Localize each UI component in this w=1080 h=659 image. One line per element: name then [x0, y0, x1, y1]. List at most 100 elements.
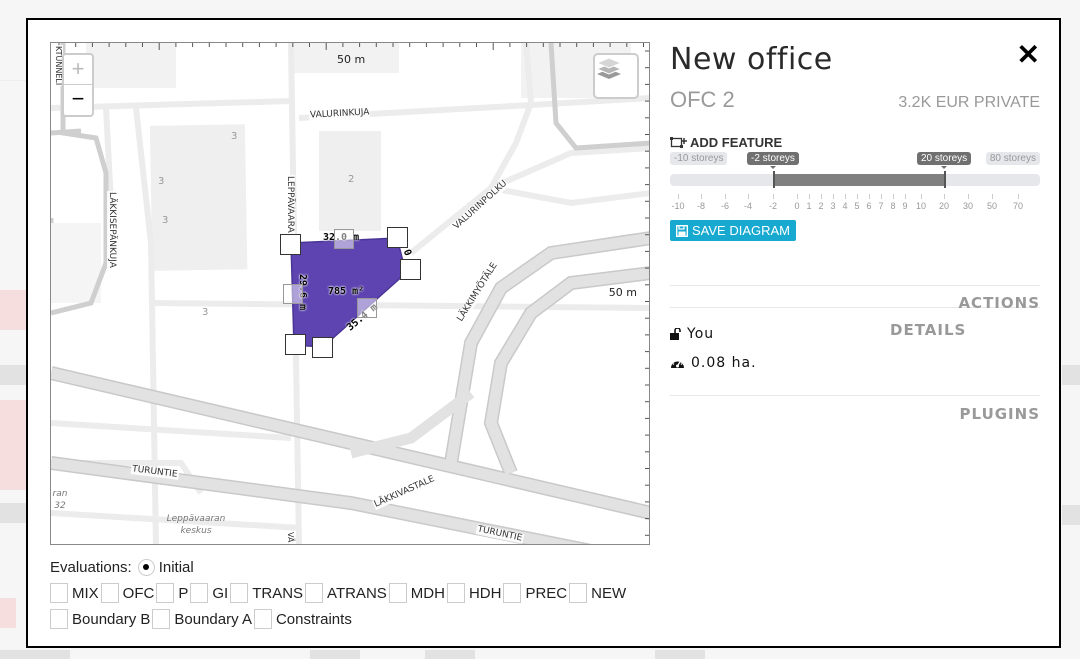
evaluation-checkbox-label: Constraints [275, 610, 352, 628]
building-number: 3 [162, 215, 169, 226]
building-number: 3 [202, 307, 209, 318]
slider-tick [821, 194, 822, 199]
bg-bar [1062, 365, 1080, 385]
save-diagram-label: SAVE DIAGRAM [692, 223, 791, 238]
evaluation-checkbox[interactable] [100, 583, 119, 603]
slider-low-value: -2 storeys [747, 152, 799, 169]
zoom-in-button[interactable]: + [64, 55, 92, 85]
dashboard-icon [671, 359, 684, 368]
slider-tick [869, 194, 870, 199]
evaluation-checkbox[interactable] [388, 583, 407, 603]
bg-bar [1062, 505, 1080, 525]
add-feature-button[interactable]: ADD FEATURE [670, 135, 1040, 150]
evaluations-label: Evaluations: [50, 558, 132, 576]
midpoint-handle[interactable] [334, 229, 354, 249]
bg-bar [0, 503, 26, 523]
vertex-handle[interactable] [285, 334, 306, 355]
layers-button[interactable] [593, 53, 639, 99]
slider-tick [845, 194, 846, 199]
vertex-handle[interactable] [387, 227, 408, 248]
polygon-area: 785 m² [328, 286, 365, 297]
map-view[interactable]: 3 3 3 2 3 VALURINKUJA LEPPÄVAARA LÄKKISE… [50, 42, 650, 545]
street-label: LEPPÄVAARA [285, 175, 295, 234]
save-diagram-button[interactable]: SAVE DIAGRAM [670, 220, 797, 241]
radio-initial-label: Initial [158, 558, 194, 576]
feature-code: OFC 2 [670, 87, 735, 112]
evaluation-checkbox-label: NEW [591, 584, 627, 602]
slider-tick [905, 194, 906, 199]
storey-range-slider[interactable]: -10 storeys -2 storeys 20 storeys 80 sto… [670, 152, 1040, 220]
slider-tick-label: 1 [806, 201, 812, 211]
slider-tick-label: -6 [720, 201, 730, 211]
building-number: 3 [158, 176, 165, 187]
scale-label-right: 50 m [608, 286, 637, 299]
evaluation-checkbox-label: PREC [525, 584, 568, 602]
bg-bar [310, 650, 360, 659]
zoom-out-button[interactable]: − [64, 85, 92, 115]
slider-max-label: 80 storeys [985, 152, 1040, 165]
add-feature-label: ADD FEATURE [690, 135, 783, 150]
slider-high-value: 20 storeys [917, 152, 972, 169]
slider-tick [944, 194, 945, 199]
slider-tick-label: -10 [671, 201, 685, 211]
building-number: 3 [231, 131, 238, 142]
slider-high-handle[interactable] [944, 171, 946, 188]
midpoint-handle[interactable] [283, 284, 303, 304]
divider [670, 284, 1040, 286]
slider-tick-label: 0 [794, 201, 800, 211]
evaluation-checkbox[interactable] [569, 583, 588, 603]
bg-bar [0, 650, 70, 659]
section-details[interactable]: DETAILS [890, 321, 966, 339]
slider-selection [774, 174, 945, 186]
evaluation-checkbox[interactable] [156, 583, 175, 603]
slider-tick-label: -2 [768, 201, 778, 211]
slider-tick [893, 194, 894, 199]
slider-tick-label: 2 [818, 201, 824, 211]
vertex-handle[interactable] [312, 337, 333, 358]
save-icon [676, 224, 688, 237]
slider-tick-label: -8 [696, 201, 706, 211]
owner-value: You [687, 325, 715, 342]
evaluation-checkbox[interactable] [253, 609, 272, 629]
vertex-handle[interactable] [400, 259, 421, 280]
evaluation-checkbox-label: OFC [122, 584, 155, 602]
section-plugins[interactable]: PLUGINS [670, 405, 1040, 423]
slider-tick [773, 194, 774, 199]
evaluation-checkboxes-row1: MIX OFC P GI TRANS ATRANS MDH HDH PREC NEW [50, 580, 628, 606]
evaluation-checkbox[interactable] [446, 583, 465, 603]
evaluation-checkbox[interactable] [152, 609, 171, 629]
midpoint-handle[interactable] [357, 298, 377, 318]
radio-initial[interactable] [137, 558, 155, 576]
evaluation-checkbox-label: TRANS [252, 584, 304, 602]
slider-tick-label: 9 [902, 201, 908, 211]
evaluation-checkbox-label: MIX [72, 584, 99, 602]
slider-low-handle[interactable] [773, 171, 775, 188]
bg-bar [655, 650, 705, 659]
bg-card [0, 400, 26, 490]
slider-tick-label: 30 [962, 201, 974, 211]
slider-tick-label: 8 [890, 201, 896, 211]
slider-tick [921, 194, 922, 199]
evaluation-checkbox[interactable] [50, 583, 68, 603]
slider-tick [725, 194, 726, 199]
vertex-handle[interactable] [280, 234, 301, 255]
evaluation-checkbox[interactable] [190, 583, 209, 603]
slider-tick [678, 194, 679, 199]
divider [670, 394, 1040, 396]
evaluation-checkbox[interactable] [305, 583, 324, 603]
slider-tick-label: 6 [866, 201, 872, 211]
evaluation-checkbox-label: Boundary A [174, 610, 252, 628]
add-feature-icon [670, 137, 687, 148]
slider-tick [701, 194, 702, 199]
bg-card [0, 598, 16, 628]
evaluation-checkbox-label: P [178, 584, 189, 602]
street-label: VÄ [286, 531, 295, 544]
slider-tick [833, 194, 834, 199]
slider-tick [809, 194, 810, 199]
section-actions[interactable]: ACTIONS [670, 294, 1040, 312]
close-button[interactable]: ✕ [1017, 38, 1040, 71]
street-label: LÄKKISEPÄNKUJA [107, 191, 117, 269]
evaluation-checkbox[interactable] [230, 583, 249, 603]
evaluation-checkbox[interactable] [50, 609, 68, 629]
evaluation-checkbox[interactable] [503, 583, 522, 603]
